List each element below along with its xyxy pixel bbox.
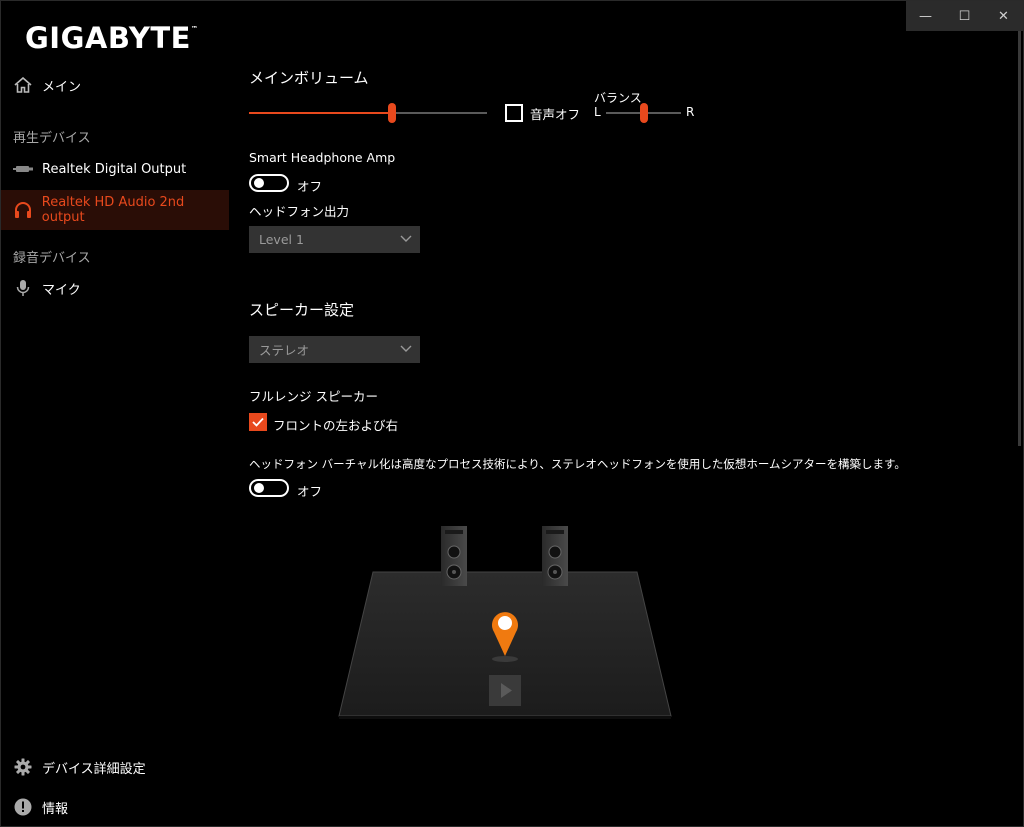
maximize-button[interactable]: ☐ [945,1,984,31]
virtualization-description: ヘッドフォン バーチャル化は高度なプロセス技術により、ステレオヘッドフォンを使用… [249,457,906,471]
microphone-icon [13,279,33,297]
main-volume-fill [249,112,392,114]
window-controls: — ☐ ✕ [906,1,1023,31]
close-button[interactable]: ✕ [984,1,1023,31]
gigabyte-logo: GIGABYTE™ [25,21,199,55]
front-lr-checkbox[interactable] [249,413,267,431]
checkmark-icon [252,417,264,427]
balance-slider[interactable] [606,103,681,123]
info-icon [13,798,33,816]
sidebar-item-info[interactable]: 情報 [1,787,229,827]
sidebar-item-label: マイク [42,282,81,298]
speaker-settings-title: スピーカー設定 [249,301,355,319]
sidebar-item-microphone[interactable]: マイク [1,268,229,308]
digital-output-icon [13,164,33,174]
balance-label: バランス [594,91,642,105]
sidebar-item-label: Realtek Digital Output [42,161,187,177]
sidebar-item-label: メイン [42,79,82,95]
sidebar-item-device-settings[interactable]: デバイス詳細設定 [1,747,229,787]
home-icon [13,77,33,93]
speaker-config-dropdown[interactable]: ステレオ [249,336,420,363]
speaker-left-icon [441,526,467,586]
playback-section-label: 再生デバイス [13,131,91,146]
virtualization-toggle[interactable] [249,479,289,497]
chevron-down-icon [400,232,412,247]
vertical-scrollbar[interactable] [1018,31,1021,446]
sidebar-item-main[interactable]: メイン [1,65,229,105]
minimize-button[interactable]: — [906,1,945,31]
sidebar-item-label: 情報 [42,801,69,817]
smart-amp-toggle[interactable] [249,174,289,192]
speaker-stage [331,516,681,731]
full-range-label: フルレンジ スピーカー [249,389,378,404]
play-test-button [489,675,521,706]
toggle-knob [254,178,264,188]
dropdown-value: ステレオ [259,343,310,358]
main-volume-thumb[interactable] [387,103,396,123]
sidebar: GIGABYTE™ メイン 再生デバイス Realtek Digital Out… [1,1,229,827]
dropdown-value: Level 1 [259,232,304,247]
main-volume-slider[interactable] [249,103,487,123]
smart-amp-toggle-state: オフ [297,179,323,194]
front-lr-label: フロントの左および右 [273,418,399,433]
headphones-icon [13,201,33,219]
toggle-knob [254,483,264,493]
balance-thumb[interactable] [639,103,648,123]
app-window: — ☐ ✕ GIGABYTE™ メイン 再生デバイス Realtek Digit… [0,0,1024,827]
sidebar-item-label: Realtek HD Audio 2nd output [41,195,185,225]
sidebar-item-digital-output[interactable]: Realtek Digital Output [1,149,229,189]
smart-amp-title: Smart Headphone Amp [249,150,396,165]
chevron-down-icon [400,342,412,357]
gear-icon [13,758,33,776]
virtualization-toggle-state: オフ [297,484,323,499]
mute-label: 音声オフ [530,107,581,122]
sidebar-item-label: デバイス詳細設定 [42,761,146,777]
balance-left-label: L [594,105,601,119]
speaker-right-icon [542,526,568,586]
balance-right-label: R [686,105,695,119]
headphone-output-label: ヘッドフォン出力 [249,204,350,219]
headphone-output-dropdown[interactable]: Level 1 [249,226,420,253]
mute-checkbox[interactable] [505,104,523,122]
main-volume-title: メインボリューム [249,69,369,87]
recording-section-label: 録音デバイス [13,251,91,266]
sidebar-item-hd-audio-2nd[interactable]: Realtek HD Audio 2nd output [1,190,229,230]
